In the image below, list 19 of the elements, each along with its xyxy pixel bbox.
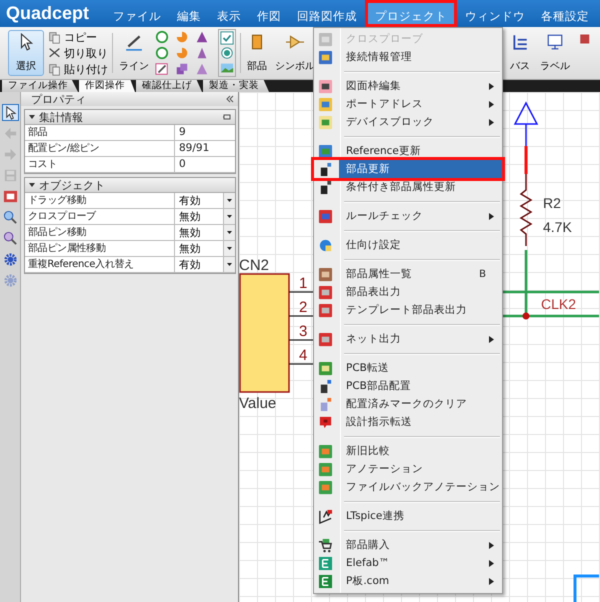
property-name: 部品 — [25, 125, 175, 140]
property-value: 89/91 — [178, 141, 210, 156]
pin-number: 3 — [299, 323, 308, 340]
section-title: 集計情報 — [39, 110, 84, 124]
property-name: 配置ピン/総ピン — [25, 141, 175, 156]
property-name: コスト — [25, 157, 175, 172]
panel-title: プロパティ — [31, 92, 86, 106]
property-value: 0 — [178, 157, 187, 172]
component-reference: CN2 — [239, 257, 270, 274]
property-value: 9 — [178, 125, 187, 140]
pin-number: 1 — [299, 275, 308, 292]
pin-number: 4 — [299, 347, 308, 364]
resistor-value: 4.7K — [543, 219, 572, 235]
section-title: オブジェクト — [39, 178, 106, 192]
pin-number: 2 — [299, 299, 308, 316]
resistor-reference: R2 — [543, 195, 561, 211]
app-logo: Quadcept — [5, 2, 90, 25]
component-value: Value — [239, 395, 276, 412]
net-label: CLK2 — [541, 296, 576, 312]
